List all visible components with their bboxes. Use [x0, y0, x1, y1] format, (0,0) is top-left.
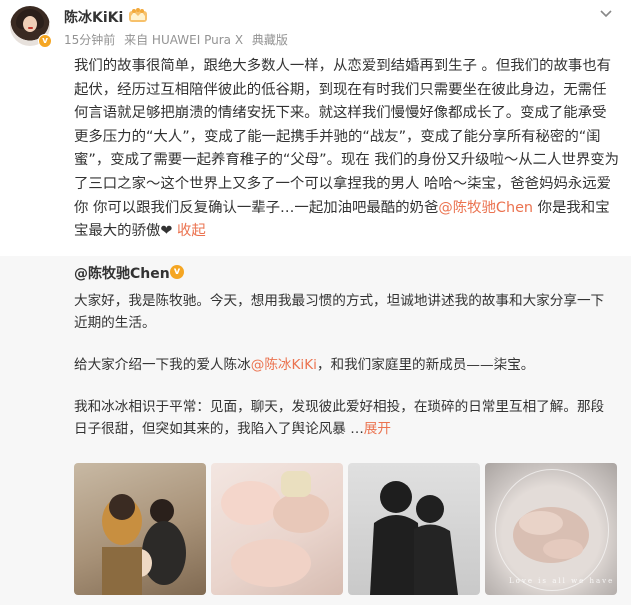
image-thumbnail-4[interactable]: Love is all we have	[485, 463, 617, 595]
repost-mention-link[interactable]: @陈冰KiKi	[251, 357, 317, 373]
verified-icon: v	[38, 34, 52, 48]
repost-para2-post: ，和我们家庭里的新成员——柒宝。	[316, 357, 535, 373]
post-collection: 典藏版	[251, 33, 288, 47]
image-frame	[495, 469, 609, 591]
repost-para3-text: 我和冰冰相识于平常：见面，聊天，发现彼此爱好相投，在琐碎的日常里互相了解。那段日…	[74, 399, 605, 437]
username[interactable]: 陈冰KiKi	[64, 7, 123, 27]
image-thumbnail-2[interactable]	[211, 463, 343, 595]
post-header: v 陈冰KiKi 15分钟前 来自 HUAWEI Pura X 典藏版	[0, 0, 631, 54]
silhouette-graphic	[370, 481, 458, 595]
chevron-down-icon[interactable]	[598, 6, 614, 22]
baby-hand-graphic	[221, 471, 329, 587]
post-time[interactable]: 15分钟前	[64, 33, 115, 47]
repost-para-1: 大家好，我是陈牧驰。今天，想用我最习惯的方式，坦诚地讲述我的故事和大家分享一下近…	[74, 293, 605, 331]
post-content: 我们的故事很简单，跟绝大多数人一样，从恋爱到结婚再到生子 。但我们的故事也有起伏…	[74, 55, 619, 244]
post-source: 来自 HUAWEI Pura X	[124, 33, 244, 47]
repost-author[interactable]: @陈牧驰Chen	[74, 263, 170, 283]
image-thumbnail-3[interactable]	[348, 463, 480, 595]
mention-link[interactable]: @陈牧驰Chen	[438, 200, 533, 216]
image-grid: Love is all we have	[74, 463, 617, 595]
repost-card: @陈牧驰Chen v 大家好，我是陈牧驰。今天，想用我最习惯的方式，坦诚地讲述我…	[0, 256, 631, 605]
content-main: 我们的故事很简单，跟绝大多数人一样，从恋爱到结婚再到生子 。但我们的故事也有起伏…	[74, 58, 620, 216]
repost-para-3: 我和冰冰相识于平常：见面，聊天，发现彼此爱好相投，在琐碎的日常里互相了解。那段日…	[74, 396, 614, 440]
verified-icon: v	[170, 265, 184, 279]
expand-link[interactable]: 展开	[364, 421, 391, 437]
repost-para2-pre: 给大家介绍一下我的爱人陈冰	[74, 357, 251, 373]
repost-text: 大家好，我是陈牧驰。今天，想用我最习惯的方式，坦诚地讲述我的故事和大家分享一下近…	[74, 290, 614, 440]
avatar-lips	[28, 27, 33, 29]
post-meta: 15分钟前 来自 HUAWEI Pura X 典藏版	[64, 31, 293, 48]
repost-para-2: 给大家介绍一下我的爱人陈冰@陈冰KiKi，和我们家庭里的新成员——柒宝。	[74, 354, 614, 376]
collapse-link[interactable]: 收起	[177, 223, 206, 239]
avatar-face	[23, 16, 37, 32]
image-thumbnail-1[interactable]	[74, 463, 206, 595]
couple-photo-graphic	[102, 494, 186, 595]
crown-icon[interactable]	[127, 6, 149, 24]
heart-icon: ❤	[160, 223, 173, 240]
image-caption: Love is all we have	[509, 577, 615, 585]
